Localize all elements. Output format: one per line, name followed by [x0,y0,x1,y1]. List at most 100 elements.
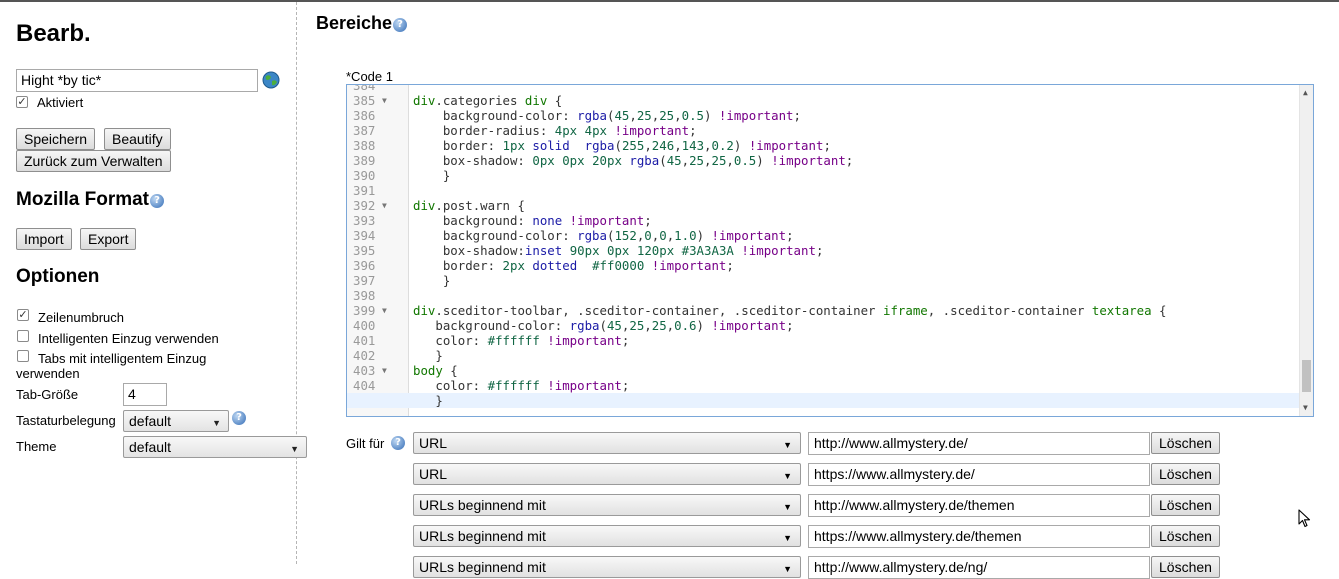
code-line[interactable]: background-color: rgba(45,25,25,0.6) !im… [413,318,793,333]
word-wrap-checkbox[interactable]: ✓ [17,309,29,321]
mozilla-format-heading: Mozilla Format? [16,189,165,211]
tab-size-input[interactable]: 4 [123,383,167,406]
rule-type-value: URLs beginnend mit [419,559,546,575]
rule-type-select[interactable]: URLs beginnend mit ▼ [413,556,801,578]
code-line[interactable]: border-radius: 4px 4px !important; [413,123,697,138]
line-number: 398 [353,288,376,303]
line-number: 402 [353,348,376,363]
line-number-gutter: 384 385 ▼ 386 387 388 389 390 391 392 ▼ 393 394 395 39… [347,85,409,416]
code-line[interactable]: border: 2px dotted #ff0000 !important; [413,258,734,273]
line-number: 393 [353,213,376,228]
rule-value-input[interactable]: http://www.allmystery.de/themen [808,494,1150,517]
fold-marker-icon[interactable]: ▼ [382,201,387,210]
sidebar-title: Bearb. [16,20,91,47]
theme-label: Theme [16,439,57,454]
mouse-cursor-icon [1298,509,1312,532]
help-icon[interactable]: ? [150,194,165,208]
code-line[interactable]: box-shadow:inset 90px 0px 120px #3A3A3A … [413,243,824,258]
rule-value-input[interactable]: https://www.allmystery.de/themen [808,525,1150,548]
line-number: 392 [353,198,376,213]
code-line[interactable]: div.categories div { [413,93,562,108]
beautify-button[interactable]: Beautify [104,128,171,150]
code-line[interactable]: } [413,348,442,363]
help-icon[interactable]: ? [393,18,408,32]
smart-tabs-checkbox[interactable] [17,350,29,362]
rule-value-input[interactable]: http://www.allmystery.de/ng/ [808,556,1150,579]
theme-value: default [129,439,172,455]
export-button[interactable]: Export [80,228,137,250]
line-number: 397 [353,273,376,288]
chevron-down-icon: ▼ [290,444,299,454]
line-number: 403 [353,363,376,378]
chevron-down-icon: ▼ [783,564,792,574]
rule-value-input[interactable]: https://www.allmystery.de/ [808,463,1150,486]
line-number: 386 [353,108,376,123]
chevron-down-icon: ▼ [212,418,221,428]
code-line[interactable]: body { [413,363,458,378]
delete-rule-button[interactable]: Löschen [1151,463,1220,485]
smart-indent-checkbox[interactable] [17,330,29,342]
code-editor[interactable]: 384 385 ▼ 386 387 388 389 390 391 392 ▼ 393 394 395 39… [346,84,1314,417]
rule-type-value: URLs beginnend mit [419,497,546,513]
line-number: 401 [353,333,376,348]
help-icon[interactable]: ? [391,436,405,450]
code-line[interactable]: } [413,273,450,288]
scroll-up-icon[interactable]: ▲ [1303,88,1308,97]
fold-marker-icon[interactable]: ▼ [382,96,387,105]
fold-marker-icon[interactable]: ▼ [382,306,387,315]
scrollbar-thumb[interactable] [1302,360,1311,392]
rule-type-select[interactable]: URLs beginnend mit ▼ [413,494,801,516]
delete-rule-button[interactable]: Löschen [1151,525,1220,547]
code-line[interactable]: border: 1px solid rgba(255,246,143,0.2) … [413,138,831,153]
scroll-down-icon[interactable]: ▼ [1303,403,1308,412]
help-icon[interactable]: ? [232,411,246,425]
line-number: 399 [353,303,376,318]
fold-marker-icon[interactable]: ▼ [382,366,387,375]
rule-type-value: URLs beginnend mit [419,528,546,544]
vertical-scrollbar[interactable]: ▲ ▼ [1299,85,1313,416]
delete-rule-button[interactable]: Löschen [1151,494,1220,516]
save-button[interactable]: Speichern [16,128,96,150]
line-number: 400 [353,318,376,333]
line-number: 389 [353,153,376,168]
rule-type-select[interactable]: URLs beginnend mit ▼ [413,525,801,547]
code-line[interactable]: } [413,168,450,183]
import-button[interactable]: Import [16,228,72,250]
style-name-input[interactable]: Hight *by tic* [16,69,258,92]
code-line[interactable]: background-color: rgba(45,25,25,0.5) !im… [413,108,801,123]
tab-size-label: Tab-Größe [16,387,79,402]
line-number: 384 [353,84,376,93]
code-line[interactable]: div.post.warn { [413,198,525,213]
code-line[interactable]: } [413,393,442,408]
code-line[interactable]: color: #ffffff !important; [413,333,629,348]
rule-type-select[interactable]: URL ▼ [413,463,801,485]
active-line-highlight [347,393,1299,408]
code-line[interactable]: color: #ffffff !important; [413,378,629,393]
sidebar: Bearb. Hight *by tic* ✓ Aktiviert Speich… [0,2,307,564]
line-number: 395 [353,243,376,258]
delete-rule-button[interactable]: Löschen [1151,432,1220,454]
smart-tabs-label-line1: Tabs mit intelligentem Einzug [38,351,207,366]
line-number: 391 [353,183,376,198]
line-number: 396 [353,258,376,273]
rule-type-value: URL [419,435,448,451]
rule-type-value: URL [419,466,448,482]
code-section-label: *Code 1 [346,69,393,84]
sections-heading: Bereiche? [316,13,408,34]
rule-type-select[interactable]: URL ▼ [413,432,801,454]
code-line[interactable]: background: none !important; [413,213,652,228]
delete-rule-button[interactable]: Löschen [1151,556,1220,578]
code-line[interactable]: box-shadow: 0px 0px 20px rgba(45,25,25,0… [413,153,853,168]
theme-select[interactable]: default ▼ [123,436,307,458]
chevron-down-icon: ▼ [783,502,792,512]
code-line[interactable]: div.sceditor-toolbar, .sceditor-containe… [413,303,1166,318]
rule-value-input[interactable]: http://www.allmystery.de/ [808,432,1150,455]
code-line[interactable]: background-color: rgba(152,0,0,1.0) !imp… [413,228,794,243]
chevron-down-icon: ▼ [783,440,792,450]
activated-checkbox[interactable]: ✓ [16,96,28,108]
line-number: 387 [353,123,376,138]
globe-icon[interactable] [262,71,280,92]
activated-label: Aktiviert [37,95,84,110]
keymap-select[interactable]: default ▼ [123,410,229,432]
back-to-manage-button[interactable]: Zurück zum Verwalten [16,150,171,172]
